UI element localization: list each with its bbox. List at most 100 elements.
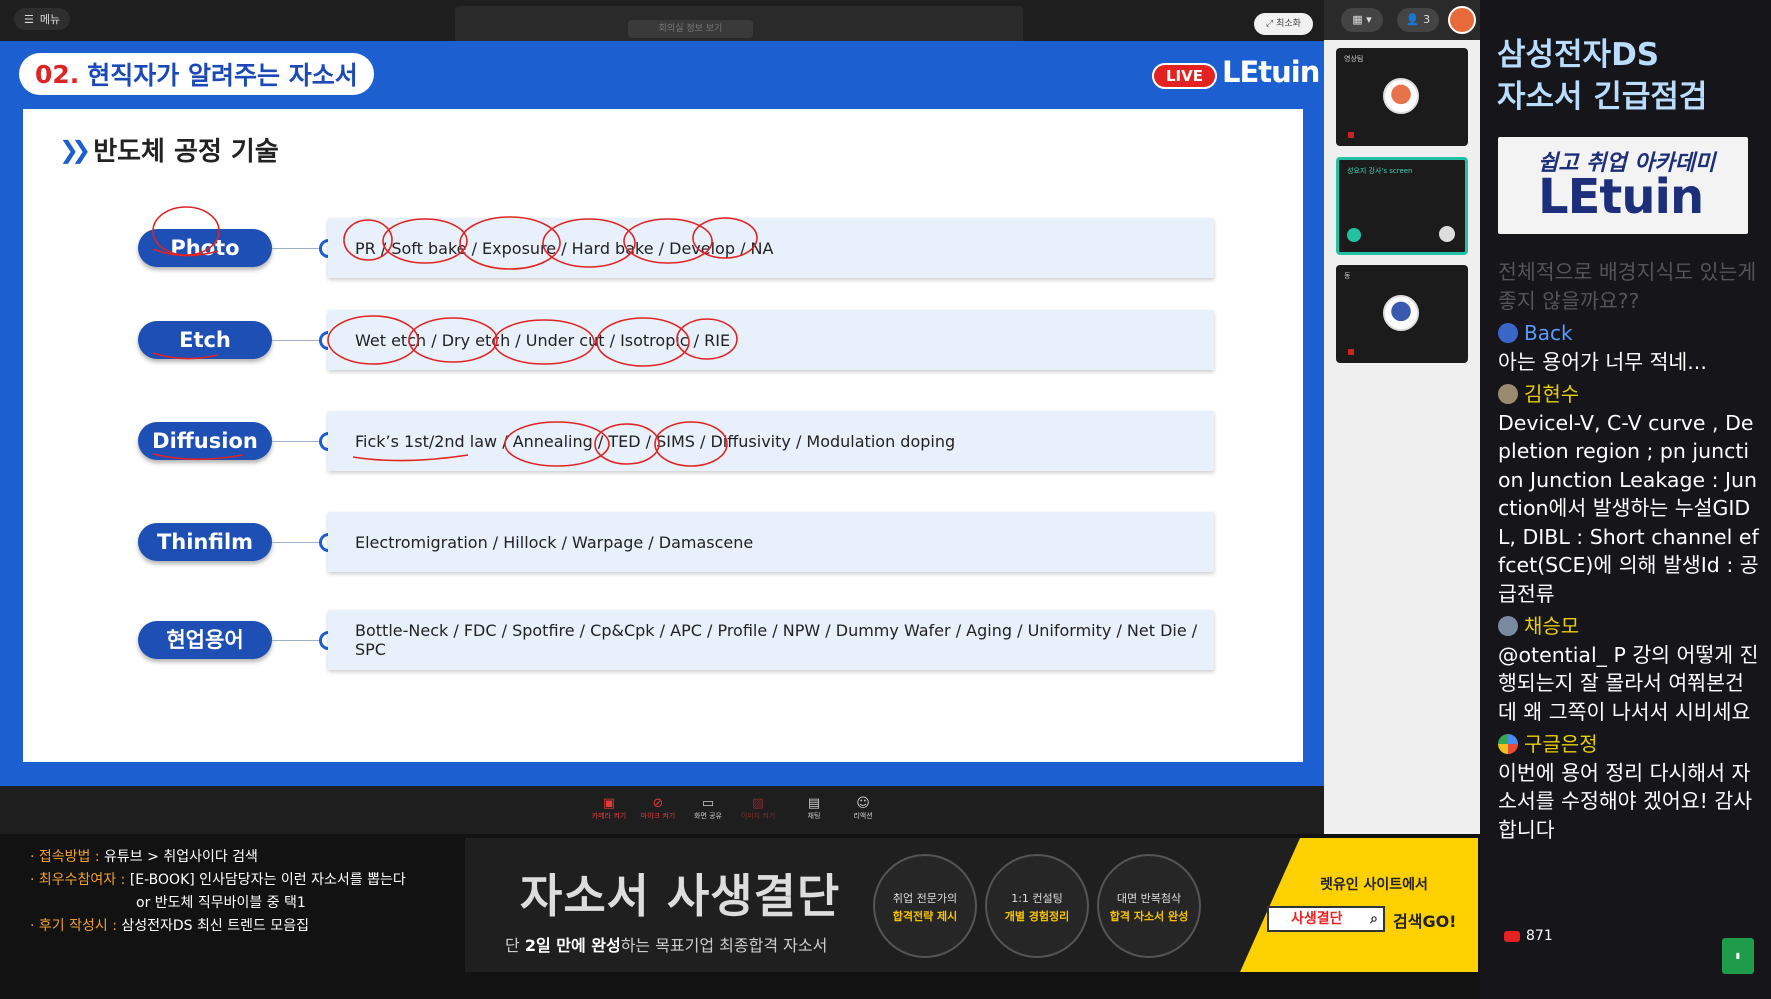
slide-title-text: 현직자가 알려주는 자소서	[87, 61, 358, 90]
viewer-count: 871	[1504, 928, 1553, 944]
minimize-icon: ⤢	[1266, 19, 1277, 29]
row-terms: PR / Soft bake / Exposure / Hard bake / …	[328, 218, 1214, 278]
mic-muted-icon	[1348, 349, 1354, 355]
avatar	[1498, 323, 1518, 344]
menu-button[interactable]: ☰ 메뉴	[14, 8, 71, 30]
chat-author: 채승모	[1498, 612, 1760, 641]
chat-message: 아는 용어가 너무 적네...	[1498, 349, 1707, 374]
avatar	[1498, 384, 1518, 405]
banner-title: 자소서 사생결단	[520, 869, 841, 923]
stream-side-panel: 삼성전자DS 자소서 긴급점검 쉽고 취업 아카데미 LEtuin 전체적으로 …	[1480, 0, 1771, 999]
feature-circle: 1:1 컨설팅 개별 경험정리	[985, 854, 1089, 958]
meeting-toolbar: ▣ 카메라 켜기 ⊘ 마이크 켜기 ▭ 화면 공유 ▨ 이미지 켜기 ▤ 채팅 …	[0, 786, 1324, 834]
screen-share-icon: ▭	[701, 796, 715, 811]
banner-cta-area	[1240, 838, 1478, 972]
row-terms: Wet etch / Dry etch / Under cut / Isotro…	[328, 310, 1214, 370]
screen-share-label: 화면 공유	[694, 812, 722, 820]
chat-author: Back	[1498, 319, 1760, 348]
reaction-button[interactable]: ☺ 리액션	[843, 796, 883, 821]
row-terms: Electromigration / Hillock / Warpage / D…	[328, 512, 1214, 572]
menu-label: 메뉴	[39, 13, 61, 26]
stream-title: 삼성전자DS 자소서 긴급점검	[1497, 37, 1708, 115]
stream-footer: · 접속방법 : 유튜브 > 취업사이다 검색 · 최우수참여자 : [E-BO…	[0, 834, 1480, 999]
mic-label: 마이크 켜기	[640, 812, 676, 820]
participant-video-column: ▦ ▾ 👤 3 영상팀 성요지 강사's screen 동	[1324, 0, 1480, 834]
my-avatar[interactable]	[1448, 6, 1476, 34]
live-badge: LIVE	[1152, 63, 1217, 89]
feature-circle: 대면 반복첨삭 합격 자소서 완성	[1097, 854, 1201, 958]
participant-count: 3	[1423, 13, 1431, 26]
youtube-icon	[1504, 930, 1520, 942]
mic-off-icon: ⊘	[652, 796, 664, 811]
feature-circle: 취업 전문가의 합격전략 제시	[873, 854, 977, 958]
slide-title-number: 02.	[35, 59, 80, 89]
chat-message: Devicel-V, C-V curve , Depletion region …	[1498, 410, 1759, 606]
info-line: · 후기 작성시 : 삼성전자DS 최신 트렌드 모음집	[30, 918, 309, 934]
user-icon: 👤	[1405, 13, 1420, 26]
avatar	[1498, 616, 1518, 637]
slide-content-panel: ❯❯ 반도체 공정 기술 Photo PR / Soft bake / Expo…	[23, 109, 1303, 762]
video-tile[interactable]: 동	[1336, 265, 1468, 363]
chat-button[interactable]: ▤ 채팅	[794, 796, 834, 821]
image-button[interactable]: ▨ 이미지 켜기	[738, 796, 778, 821]
row-terms: Bottle-Neck / FDC / Spotfire / Cp&Cpk / …	[328, 610, 1214, 670]
live-chat: 전체적으로 배경지식도 있는게 좋지 않을까요?? Back 아는 용어가 너무…	[1498, 258, 1760, 958]
grid-layout-icon: ▦ ▾	[1352, 13, 1372, 26]
chat-label: 채팅	[807, 812, 821, 820]
row-label: 현업용어	[138, 621, 272, 659]
search-icon: ⌕	[1370, 911, 1378, 927]
layout-button[interactable]: ▦ ▾	[1341, 8, 1383, 32]
video-tile[interactable]: 영상팀	[1336, 48, 1468, 146]
section-title: 반도체 공정 기술	[93, 137, 279, 167]
video-tile-active[interactable]: 성요지 강사's screen	[1336, 157, 1468, 255]
avatar	[1383, 295, 1419, 331]
reaction-icon: ☺	[856, 796, 870, 811]
mic-muted-icon	[1348, 132, 1354, 138]
row-label: Diffusion	[138, 422, 272, 460]
image-label: 이미지 켜기	[740, 812, 776, 820]
info-line: · 최우수참여자 : [E-BOOK] 인사담당자는 이런 자소서를 뽑는다	[30, 872, 406, 888]
camera-off-icon: ▣	[602, 796, 616, 811]
cta-search-box: 사생결단 ⌕	[1267, 906, 1385, 932]
tile-label: 성요지 강사's screen	[1347, 167, 1413, 175]
tile-label: 동	[1344, 272, 1351, 280]
meeting-info-button[interactable]: 회의실 정보 보기	[628, 20, 753, 38]
cta-go: 검색GO!	[1393, 912, 1457, 931]
image-icon: ▨	[751, 796, 765, 811]
row-label: Photo	[138, 229, 272, 267]
mic-button[interactable]: ⊘ 마이크 켜기	[638, 796, 678, 821]
participants-button[interactable]: 👤 3	[1397, 8, 1439, 32]
logo-brand: LEtuin	[1538, 169, 1704, 225]
screen-share-button[interactable]: ▭ 화면 공유	[688, 796, 728, 821]
row-label: Etch	[138, 321, 272, 359]
row-label: Thinfilm	[138, 523, 272, 561]
row-terms: Fick’s 1st/2nd law / Annealing / TED / S…	[328, 411, 1214, 471]
avatar	[1383, 78, 1419, 114]
avatar	[1498, 734, 1518, 755]
cta-title: 렛유인 사이트에서	[1320, 877, 1428, 893]
double-chevron-icon: ❯❯	[59, 135, 91, 164]
chat-author: 김현수	[1498, 380, 1760, 409]
video-controls: ▦ ▾ 👤 3	[1324, 0, 1480, 40]
section-heading: ❯❯ 반도체 공정 기술	[59, 131, 279, 168]
chat-message-faded: 전체적으로 배경지식도 있는게 좋지 않을까요??	[1498, 260, 1757, 313]
banner-subtitle: 단 2일 만에 완성하는 목표기업 최종합격 자소서	[505, 936, 828, 955]
chat-author: 구글은정	[1498, 730, 1760, 759]
minimize-button[interactable]: ⤢ 최소화	[1254, 13, 1313, 35]
reaction-label: 리액션	[853, 812, 873, 820]
academy-logo: 쉽고 취업 아카데미 LEtuin	[1498, 137, 1748, 234]
brand-logo: LEtuin	[1222, 55, 1320, 89]
slide-title: 02. 현직자가 알려주는 자소서	[19, 53, 374, 95]
shared-slide: 02. 현직자가 알려주는 자소서 LIVE LEtuin ❯❯ 반도체 공정 …	[0, 41, 1324, 786]
event-info: · 접속방법 : 유튜브 > 취업사이다 검색 · 최우수참여자 : [E-BO…	[30, 846, 406, 938]
speaking-icon	[1347, 228, 1361, 242]
top-bar: ☰ 메뉴 회의실 정보 보기 ⤢ 최소화	[0, 0, 1324, 41]
info-line: · 접속방법 : 유튜브 > 취업사이다 검색	[30, 849, 258, 865]
channel-badge-icon: ▮	[1722, 938, 1754, 974]
avatar	[1439, 226, 1455, 242]
camera-button[interactable]: ▣ 카메라 켜기	[589, 796, 629, 821]
chat-message: @otential_ P 강의 어떻게 진행되는지 잘 몰라서 여쭤본건데 왜 …	[1498, 642, 1759, 724]
hamburger-icon: ☰	[24, 12, 34, 26]
camera-label: 카메라 켜기	[591, 812, 627, 820]
promo-banner[interactable]: 자소서 사생결단 단 2일 만에 완성하는 목표기업 최종합격 자소서 취업 전…	[465, 838, 1478, 972]
